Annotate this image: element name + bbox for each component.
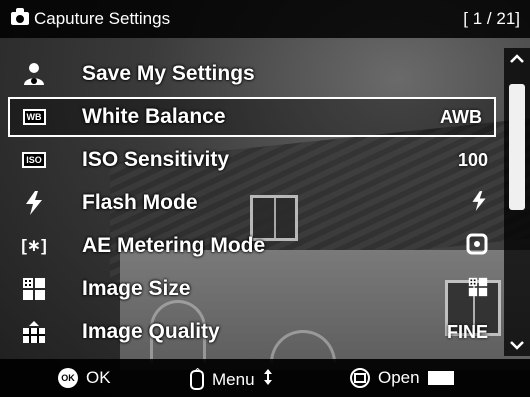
- menu-scrollbar[interactable]: [504, 48, 530, 356]
- updown-arrow-icon: [263, 368, 273, 391]
- ok-hint[interactable]: OK OK: [58, 368, 111, 388]
- open-hint[interactable]: Open: [350, 368, 454, 388]
- scrollbar-thumb[interactable]: [509, 84, 525, 210]
- metering-value-icon: [466, 233, 488, 260]
- page-indicator: [ 1 / 21]: [463, 9, 520, 28]
- updown-dial-icon: [190, 366, 204, 390]
- footer-bar: OK OK Menu Open: [0, 359, 530, 397]
- menu-item-label: Save My Settings: [82, 62, 255, 85]
- ae-metering-icon: [∗]: [21, 236, 47, 255]
- menu-item-save-my-settings[interactable]: Save My Settings: [10, 54, 500, 94]
- ok-button-icon: OK: [58, 368, 78, 388]
- image-size-icon: [20, 275, 48, 303]
- menu-item-white-balance[interactable]: WB White Balance AWB: [8, 97, 496, 137]
- page-title: Caputure Settings: [34, 9, 171, 28]
- menu-item-label: Flash Mode: [82, 191, 198, 214]
- menu-hint[interactable]: Menu: [190, 366, 273, 391]
- menu-item-flash-mode[interactable]: Flash Mode: [10, 183, 500, 223]
- image-size-value-icon: [468, 277, 488, 302]
- menu-item-image-quality[interactable]: Image Quality FINE: [10, 312, 500, 352]
- menu-item-label: White Balance: [82, 105, 226, 128]
- scroll-up-icon[interactable]: [508, 50, 526, 68]
- flash-value-icon: [470, 190, 488, 217]
- scroll-down-icon[interactable]: [508, 336, 526, 354]
- flash-icon: [20, 189, 48, 217]
- menu-label: Menu: [212, 369, 255, 389]
- menu-item-iso-sensitivity[interactable]: ISO ISO Sensitivity 100: [10, 140, 500, 180]
- person-save-icon: [20, 60, 48, 88]
- menu-item-label: ISO Sensitivity: [82, 148, 230, 171]
- menu-item-image-size[interactable]: Image Size: [10, 269, 500, 309]
- header-bar: Caputure Settings [ 1 / 21]: [0, 0, 530, 38]
- menu-item-value: 100: [457, 149, 488, 170]
- menu-item-ae-metering-mode[interactable]: [∗] AE Metering Mode: [10, 226, 500, 266]
- menu-item-label: Image Size: [82, 277, 191, 300]
- menu-bar-icon: [427, 371, 454, 385]
- ok-label: OK: [86, 368, 111, 387]
- menu-item-value: AWB: [440, 106, 482, 127]
- iso-icon: ISO: [20, 146, 48, 174]
- menu-item-label: Image Quality: [82, 320, 220, 343]
- open-label: Open: [378, 368, 420, 387]
- camera-icon: [11, 8, 29, 25]
- camera-menu-screen: Caputure Settings [ 1 / 21] Save My Sett…: [0, 0, 530, 397]
- image-quality-icon: [20, 318, 48, 346]
- menu-item-value: FINE: [446, 321, 488, 342]
- open-button-icon: [350, 368, 370, 388]
- wb-icon: WB: [20, 103, 48, 131]
- menu-item-label: AE Metering Mode: [82, 234, 266, 257]
